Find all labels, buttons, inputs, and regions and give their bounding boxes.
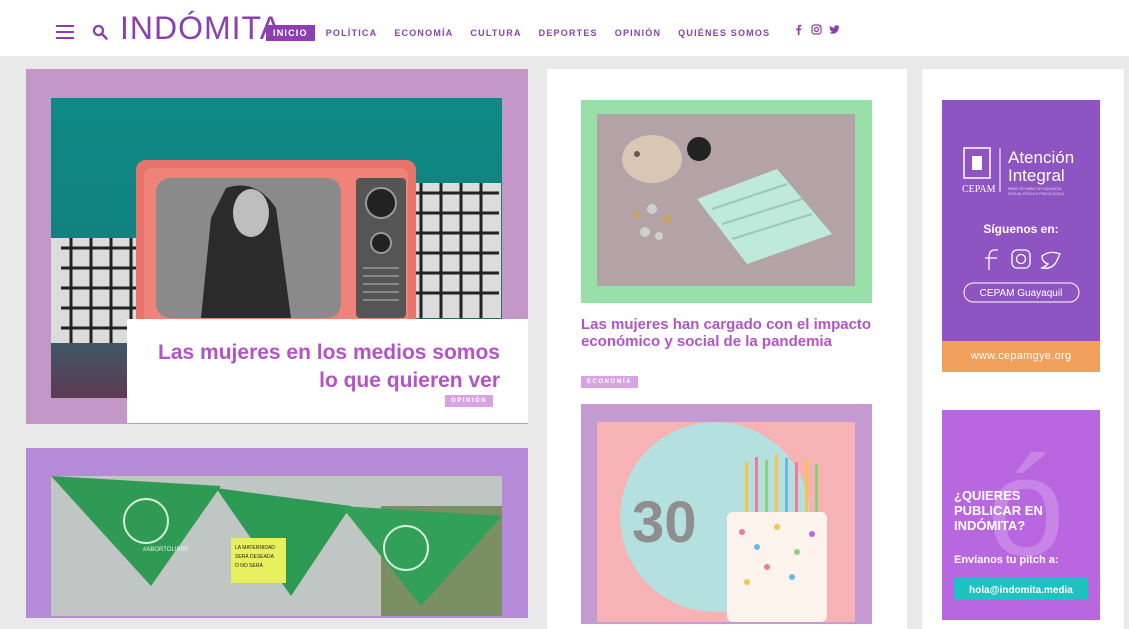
economia-article-image[interactable] bbox=[597, 114, 855, 286]
social-links bbox=[793, 24, 840, 35]
cepam-handle: CEPAM Guayaquil bbox=[980, 288, 1063, 299]
bandana-text: #ABORTOLIBRE bbox=[143, 547, 189, 553]
cepam-brand: CEPAM bbox=[962, 184, 996, 195]
cepam-follow: Síguenos en: bbox=[983, 222, 1058, 236]
nav-deportes[interactable]: DEPORTES bbox=[539, 28, 598, 38]
nav-politica[interactable]: POLÍTICA bbox=[326, 28, 378, 38]
top-bar: INDÓMITA INICIO POLÍTICA ECONOMÍA CULTUR… bbox=[0, 0, 1129, 56]
pitch-cta: Envíanos tu pitch a: bbox=[954, 554, 1059, 566]
economia-headline[interactable]: Las mujeres han cargado con el impacto e… bbox=[581, 316, 872, 350]
hamburger-menu-icon[interactable] bbox=[56, 25, 74, 39]
main-nav: INICIO POLÍTICA ECONOMÍA CULTURA DEPORTE… bbox=[266, 25, 787, 41]
svg-text:SERÁ DESEADA: SERÁ DESEADA bbox=[235, 553, 275, 560]
nav-economia[interactable]: ECONOMÍA bbox=[394, 28, 453, 38]
instagram-icon[interactable] bbox=[811, 24, 822, 35]
cepam-website[interactable]: www.cepamgye.org bbox=[942, 341, 1100, 372]
pitch-ad[interactable]: ó ¿QUIERES PUBLICAR EN INDÓMITA? Envíano… bbox=[942, 410, 1100, 620]
piggy-bank-mask-photo bbox=[597, 114, 855, 286]
feature-tag[interactable]: OPINIÓN bbox=[445, 395, 493, 407]
svg-text:SEXUAL FÍSICA O PSICOLÓGICA: SEXUAL FÍSICA O PSICOLÓGICA bbox=[1008, 191, 1065, 196]
cepam-title-1: Atención bbox=[1008, 148, 1074, 167]
cepam-title-2: Integral bbox=[1008, 166, 1065, 185]
feature-headline-box[interactable]: Las mujeres en los medios somos lo que q… bbox=[127, 319, 528, 423]
nav-cultura[interactable]: CULTURA bbox=[470, 28, 521, 38]
protest-sign: LA MATERNIDAD bbox=[235, 545, 275, 551]
facebook-icon[interactable] bbox=[793, 24, 804, 35]
nav-inicio[interactable]: INICIO bbox=[266, 25, 315, 41]
cepam-ad[interactable]: CEPAM Atención Integral PARA VÍCTIMAS DE… bbox=[942, 100, 1100, 372]
balloon-number: 30 bbox=[632, 490, 697, 555]
pitch-email[interactable]: hola@indomita.media bbox=[969, 585, 1073, 596]
twitter-icon[interactable] bbox=[829, 24, 840, 35]
search-icon[interactable] bbox=[92, 24, 108, 40]
abortion-article-image[interactable]: #ABORTOLIBRE LA MATERNIDAD SERÁ DESEADA … bbox=[51, 476, 502, 616]
cepam-ad-art: CEPAM Atención Integral PARA VÍCTIMAS DE… bbox=[962, 147, 1080, 303]
pitch-line-2: PUBLICAR EN bbox=[954, 503, 1043, 518]
feature-headline[interactable]: Las mujeres en los medios somos lo que q… bbox=[140, 339, 500, 395]
pitch-ad-art: ó ¿QUIERES PUBLICAR EN INDÓMITA? Envíano… bbox=[954, 428, 1088, 600]
green-bandana-photo: #ABORTOLIBRE LA MATERNIDAD SERÁ DESEADA … bbox=[51, 476, 502, 616]
cepam-subtitle: PARA VÍCTIMAS DE VIOLENCIA bbox=[1008, 187, 1062, 191]
birthday-article-image[interactable]: 30 bbox=[597, 422, 855, 622]
cepam-social-icons bbox=[985, 249, 1061, 270]
pitch-line-3: INDÓMITA? bbox=[954, 518, 1025, 533]
economia-tag[interactable]: ECONOMÍA bbox=[581, 376, 638, 388]
nav-opinion[interactable]: OPINIÓN bbox=[615, 28, 661, 38]
svg-text:O NO SERÁ: O NO SERÁ bbox=[235, 562, 263, 569]
birthday-cake-photo: 30 bbox=[597, 422, 855, 622]
pitch-line-1: ¿QUIERES bbox=[954, 488, 1021, 503]
nav-quienes-somos[interactable]: QUIÉNES SOMOS bbox=[678, 28, 770, 38]
site-logo[interactable]: INDÓMITA bbox=[120, 10, 282, 47]
